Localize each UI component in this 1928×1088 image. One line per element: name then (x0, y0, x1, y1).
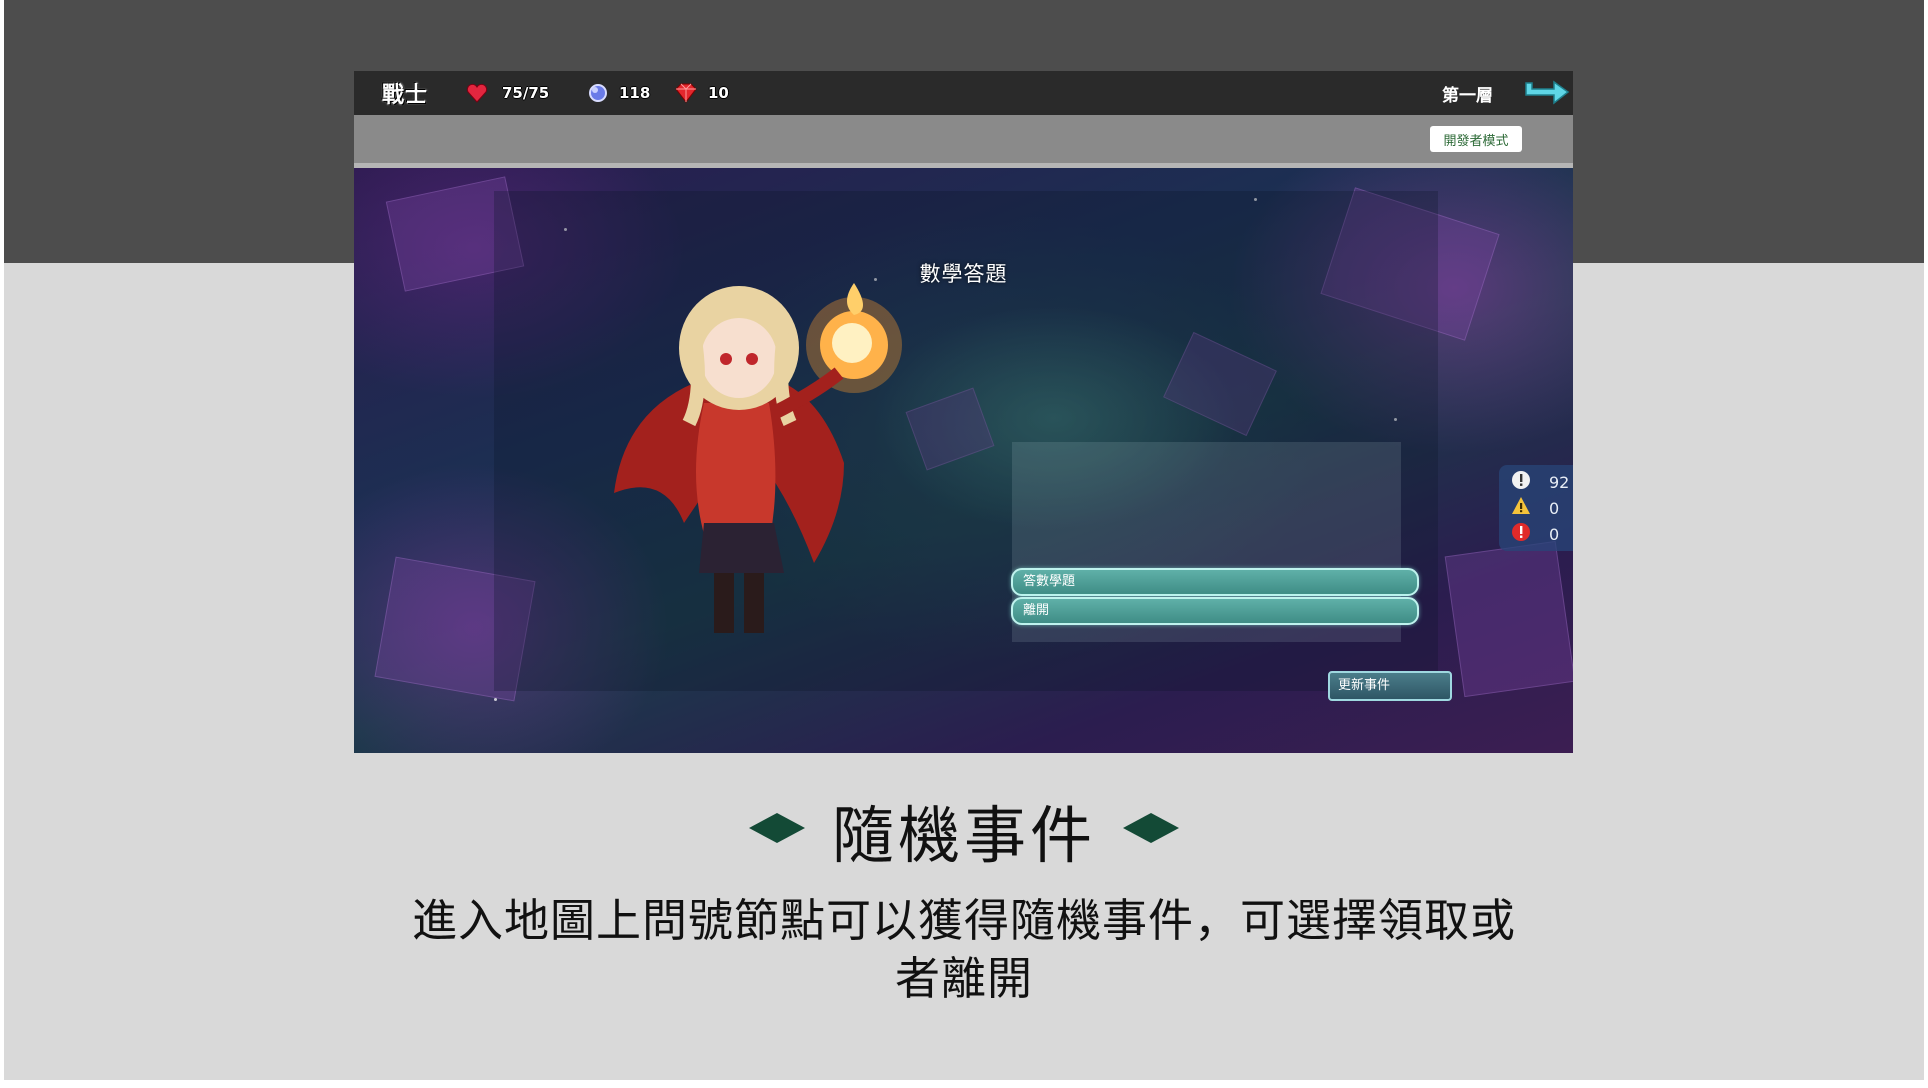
developer-mode-button[interactable]: 開發者模式 (1430, 126, 1522, 152)
mana-value: 118 (619, 84, 651, 102)
option-answer-math[interactable]: 答數學題 (1011, 568, 1419, 596)
diamond-right-icon (1122, 812, 1180, 848)
game-window: 戰士 75/75 118 10 第一層 開發者模式 數學答題 92 0 0 答數… (354, 71, 1573, 753)
hp-value: 75/75 (502, 84, 550, 102)
log-error-row: 0 (1511, 522, 1559, 546)
description-line-1: 進入地圖上問號節點可以獲得隨機事件，可選擇領取或 (411, 894, 1516, 947)
event-title: 數學答題 (919, 262, 1008, 286)
log-warning-row: 0 (1511, 496, 1559, 520)
floor-label: 第一層 (1442, 85, 1493, 106)
mana-orb-icon (587, 82, 609, 104)
error-count: 0 (1549, 524, 1560, 544)
class-name: 戰士 (382, 83, 429, 108)
description-line-2: 者離開 (894, 952, 1033, 1005)
option-leave[interactable]: 離開 (1011, 597, 1419, 625)
caption-title-row: 隨機事件 (4, 790, 1924, 872)
slide: 戰士 75/75 118 10 第一層 開發者模式 數學答題 92 0 0 答數… (4, 0, 1924, 1080)
star (494, 698, 497, 701)
info-count: 92 (1549, 472, 1570, 492)
mage-character (554, 263, 934, 647)
diamond-left-icon (748, 812, 806, 848)
hud-bar: 戰士 75/75 118 10 第一層 (354, 71, 1573, 115)
debug-log-panel[interactable]: 92 0 0 (1499, 465, 1573, 551)
warning-icon (1511, 496, 1531, 520)
caption-description: 進入地圖上問號節點可以獲得隨機事件，可選擇領取或 者離開 (364, 892, 1564, 1008)
gem-value: 10 (708, 84, 729, 102)
info-icon (1511, 470, 1531, 494)
log-info-row: 92 (1511, 470, 1569, 494)
warning-count: 0 (1549, 498, 1560, 518)
error-icon (1511, 522, 1531, 546)
mana-stat: 118 (587, 71, 650, 115)
gem-stat: 10 (674, 71, 729, 115)
background-block (1444, 540, 1573, 698)
next-arrow-icon[interactable] (1522, 71, 1570, 115)
caption-title: 隨機事件 (831, 799, 1096, 872)
ruby-icon (674, 82, 698, 104)
event-scene: 數學答題 92 0 0 (354, 168, 1573, 753)
heart-icon (466, 83, 488, 103)
refresh-event-button[interactable]: 更新事件 (1328, 671, 1452, 701)
hp-stat: 75/75 (466, 71, 549, 115)
toolbar: 開發者模式 (354, 115, 1573, 168)
